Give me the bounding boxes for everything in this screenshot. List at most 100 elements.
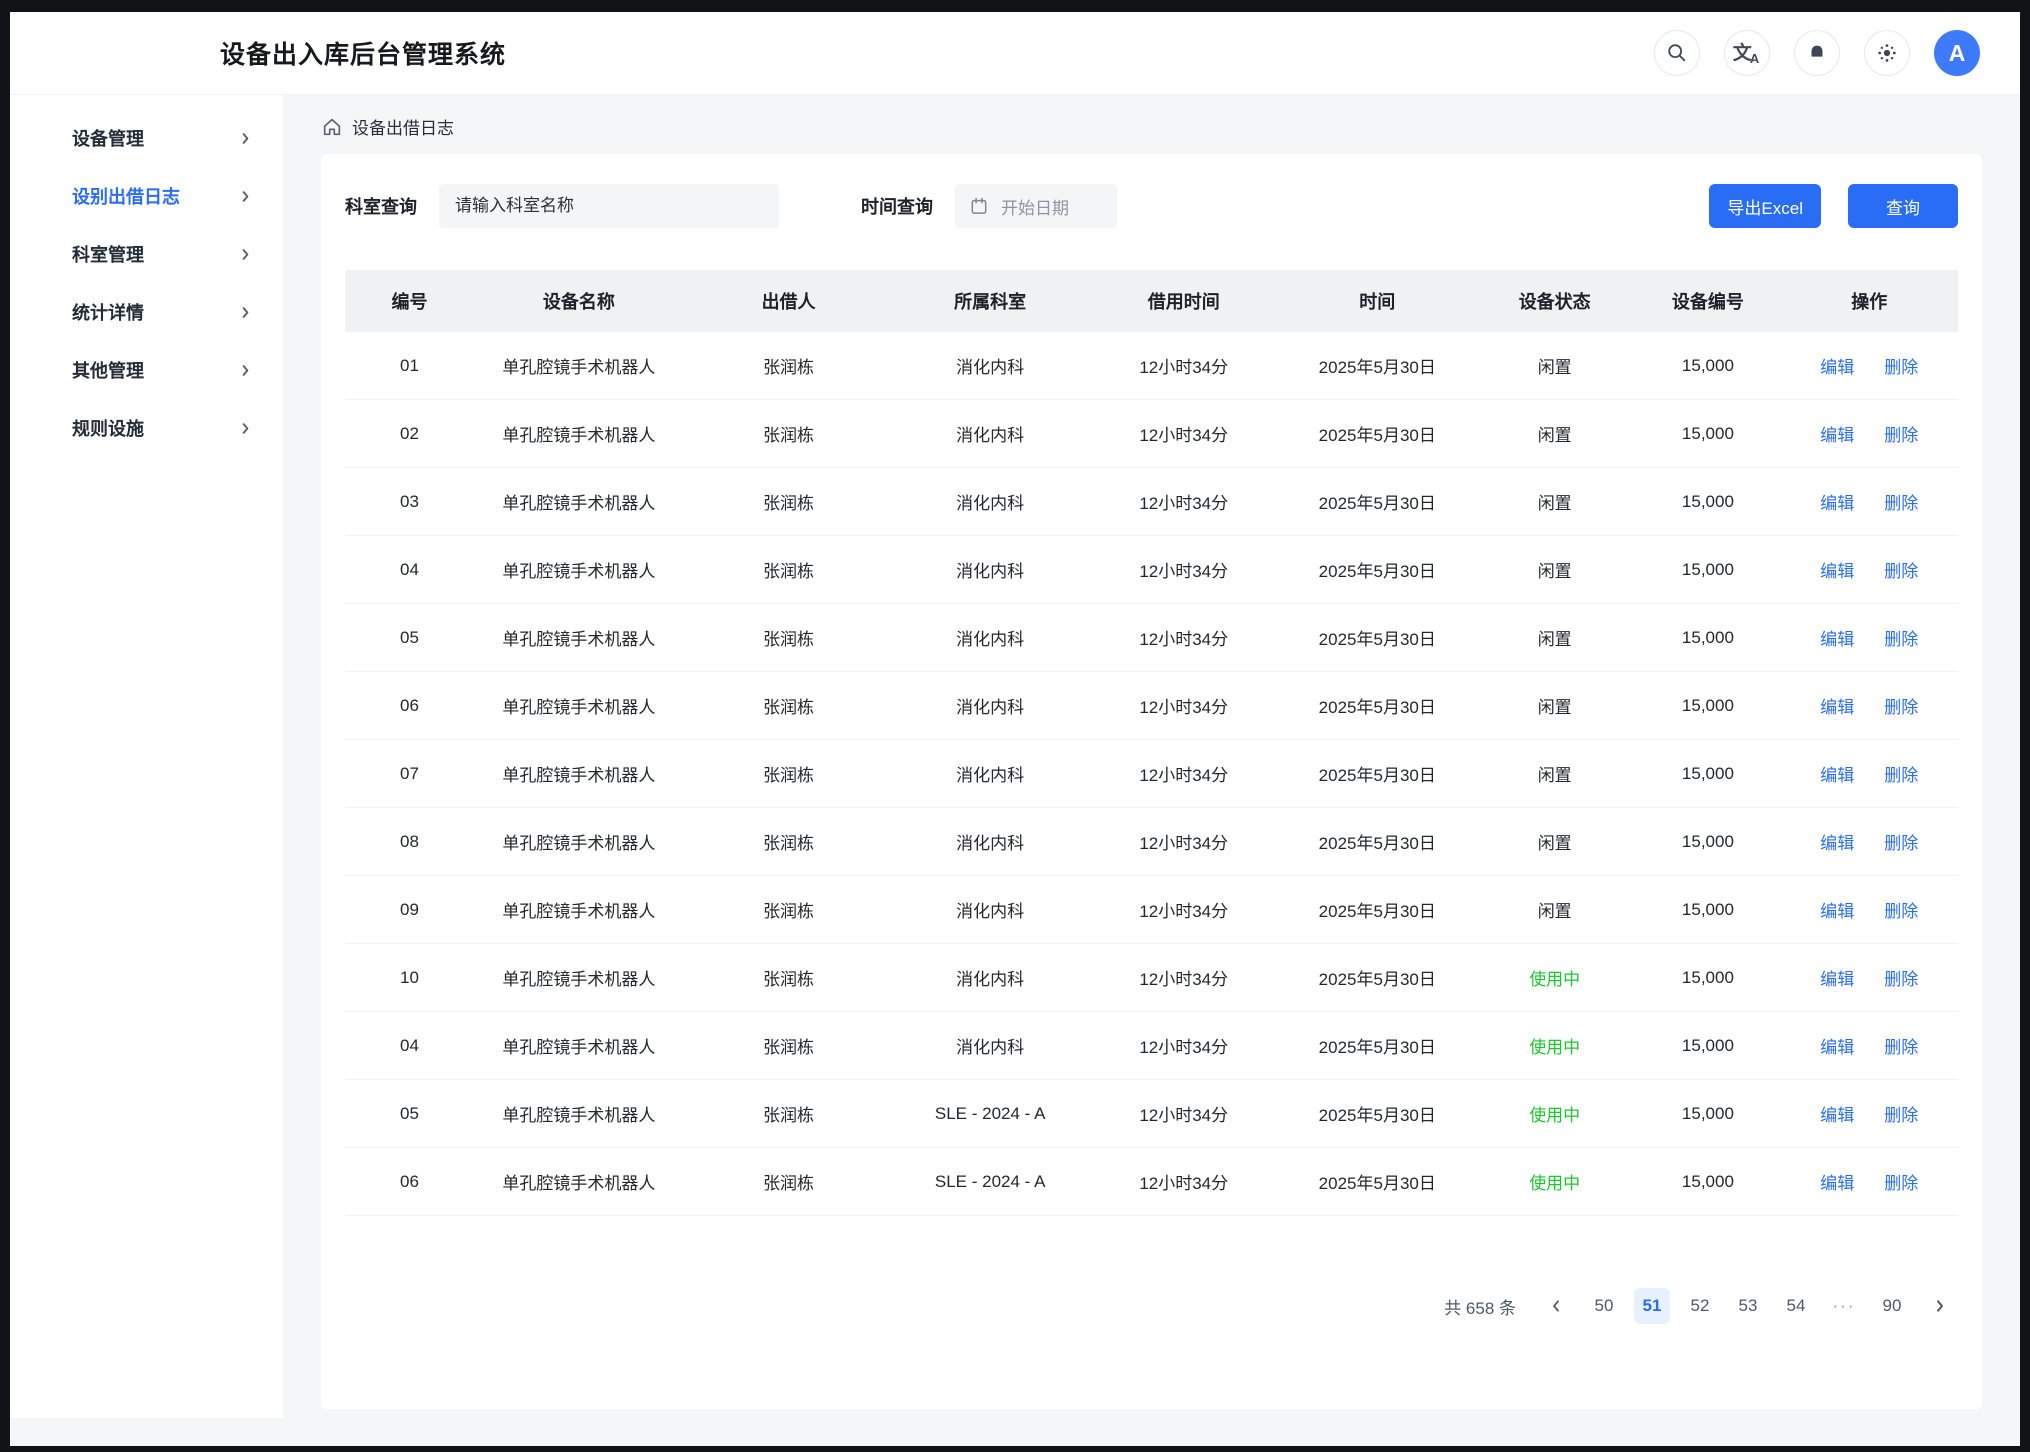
delete-link[interactable]: 删除	[1884, 829, 1918, 854]
cell-date: 2025年5月30日	[1281, 965, 1475, 990]
sidebar-item-label: 设别出借日志	[72, 183, 180, 209]
sidebar-item-label: 设备管理	[72, 125, 144, 151]
edit-link[interactable]: 编辑	[1820, 421, 1854, 446]
cell-date: 2025年5月30日	[1281, 1169, 1475, 1194]
pagination-page-90[interactable]: 90	[1874, 1288, 1910, 1324]
sidebar-item-4[interactable]: 其他管理	[10, 341, 283, 399]
cell-department: 消化内科	[893, 421, 1087, 446]
delete-link[interactable]: 删除	[1884, 1033, 1918, 1058]
pagination-page-54[interactable]: 54	[1778, 1288, 1814, 1324]
sidebar: 设备管理 设别出借日志 科室管理 统计详情 其他管理 规则设施	[10, 95, 283, 1418]
cell-lender: 张润栋	[684, 625, 894, 650]
calendar-icon	[969, 196, 989, 216]
cell-lender: 张润栋	[684, 761, 894, 786]
breadcrumb: 设备出借日志	[321, 114, 1982, 139]
pagination-page-50[interactable]: 50	[1586, 1288, 1622, 1324]
delete-link[interactable]: 删除	[1884, 1101, 1918, 1126]
edit-link[interactable]: 编辑	[1820, 965, 1854, 990]
cell-borrow-duration: 12小时34分	[1087, 1033, 1281, 1058]
delete-link[interactable]: 删除	[1884, 897, 1918, 922]
edit-link[interactable]: 编辑	[1820, 1169, 1854, 1194]
edit-link[interactable]: 编辑	[1820, 1101, 1854, 1126]
query-button[interactable]: 查询	[1848, 184, 1958, 228]
cell-actions: 编辑 删除	[1781, 897, 1958, 922]
delete-link[interactable]: 删除	[1884, 693, 1918, 718]
sidebar-item-5[interactable]: 规则设施	[10, 399, 283, 457]
cell-device-name: 单孔腔镜手术机器人	[474, 965, 684, 990]
edit-link[interactable]: 编辑	[1820, 897, 1854, 922]
cell-actions: 编辑 删除	[1781, 1169, 1958, 1194]
edit-link[interactable]: 编辑	[1820, 1033, 1854, 1058]
sidebar-item-3[interactable]: 统计详情	[10, 283, 283, 341]
pagination-page-53[interactable]: 53	[1730, 1288, 1766, 1324]
cell-date: 2025年5月30日	[1281, 489, 1475, 514]
cell-actions: 编辑 删除	[1781, 421, 1958, 446]
delete-link[interactable]: 删除	[1884, 489, 1918, 514]
cell-device-name: 单孔腔镜手术机器人	[474, 829, 684, 854]
dept-search-input[interactable]	[439, 184, 779, 228]
user-avatar[interactable]: A	[1934, 30, 1980, 76]
edit-link[interactable]: 编辑	[1820, 829, 1854, 854]
delete-link[interactable]: 删除	[1884, 353, 1918, 378]
sidebar-item-2[interactable]: 科室管理	[10, 225, 283, 283]
pagination-next-button[interactable]	[1922, 1288, 1958, 1324]
edit-link[interactable]: 编辑	[1820, 693, 1854, 718]
delete-link[interactable]: 删除	[1884, 761, 1918, 786]
cell-date: 2025年5月30日	[1281, 1101, 1475, 1126]
cell-device-status: 使用中	[1474, 1101, 1635, 1126]
export-excel-button[interactable]: 导出Excel	[1709, 184, 1821, 228]
cell-device-status: 闲置	[1474, 761, 1635, 786]
delete-link[interactable]: 删除	[1884, 557, 1918, 582]
cell-device-number: 15,000	[1635, 560, 1780, 580]
cell-date: 2025年5月30日	[1281, 897, 1475, 922]
cell-device-status: 闲置	[1474, 557, 1635, 582]
app-window: 设备出入库后台管理系统 文A	[10, 12, 2020, 1446]
edit-link[interactable]: 编辑	[1820, 557, 1854, 582]
delete-link[interactable]: 删除	[1884, 1169, 1918, 1194]
table-row: 10单孔腔镜手术机器人张润栋消化内科12小时34分2025年5月30日使用中15…	[345, 944, 1958, 1012]
theme-button[interactable]	[1864, 30, 1910, 76]
cell-actions: 编辑 删除	[1781, 1033, 1958, 1058]
edit-link[interactable]: 编辑	[1820, 489, 1854, 514]
edit-link[interactable]: 编辑	[1820, 353, 1854, 378]
home-icon	[321, 116, 343, 138]
cell-device-name: 单孔腔镜手术机器人	[474, 557, 684, 582]
cell-id: 03	[345, 492, 474, 512]
sidebar-item-1[interactable]: 设别出借日志	[10, 167, 283, 225]
pagination-page-52[interactable]: 52	[1682, 1288, 1718, 1324]
sidebar-item-label: 统计详情	[72, 299, 144, 325]
cell-device-number: 15,000	[1635, 1104, 1780, 1124]
start-date-picker[interactable]: 开始日期	[955, 184, 1117, 228]
table-row: 02单孔腔镜手术机器人张润栋消化内科12小时34分2025年5月30日闲置15,…	[345, 400, 1958, 468]
cell-lender: 张润栋	[684, 965, 894, 990]
search-button[interactable]	[1654, 30, 1700, 76]
cell-device-status: 闲置	[1474, 897, 1635, 922]
table-row: 06单孔腔镜手术机器人张润栋消化内科12小时34分2025年5月30日闲置15,…	[345, 672, 1958, 740]
translate-icon: 文A	[1733, 44, 1761, 63]
pagination-ellipsis[interactable]: ···	[1826, 1288, 1862, 1324]
sidebar-item-0[interactable]: 设备管理	[10, 109, 283, 167]
edit-link[interactable]: 编辑	[1820, 625, 1854, 650]
cell-device-name: 单孔腔镜手术机器人	[474, 421, 684, 446]
delete-link[interactable]: 删除	[1884, 625, 1918, 650]
edit-link[interactable]: 编辑	[1820, 761, 1854, 786]
cell-borrow-duration: 12小时34分	[1087, 421, 1281, 446]
cell-department: 消化内科	[893, 1033, 1087, 1058]
delete-link[interactable]: 删除	[1884, 965, 1918, 990]
pagination-prev-button[interactable]	[1538, 1288, 1574, 1324]
translate-button[interactable]: 文A	[1724, 30, 1770, 76]
cell-borrow-duration: 12小时34分	[1087, 761, 1281, 786]
delete-link[interactable]: 删除	[1884, 421, 1918, 446]
cell-department: SLE - 2024 - A	[893, 1172, 1087, 1192]
column-header: 时间	[1281, 288, 1475, 314]
cell-date: 2025年5月30日	[1281, 829, 1475, 854]
pagination-page-51[interactable]: 51	[1634, 1288, 1670, 1324]
cell-id: 08	[345, 832, 474, 852]
header-actions: 文A	[1654, 30, 1980, 76]
notification-button[interactable]	[1794, 30, 1840, 76]
cell-device-name: 单孔腔镜手术机器人	[474, 1033, 684, 1058]
cell-device-name: 单孔腔镜手术机器人	[474, 1101, 684, 1126]
cell-device-number: 15,000	[1635, 628, 1780, 648]
cell-id: 06	[345, 1172, 474, 1192]
search-icon	[1666, 42, 1688, 64]
